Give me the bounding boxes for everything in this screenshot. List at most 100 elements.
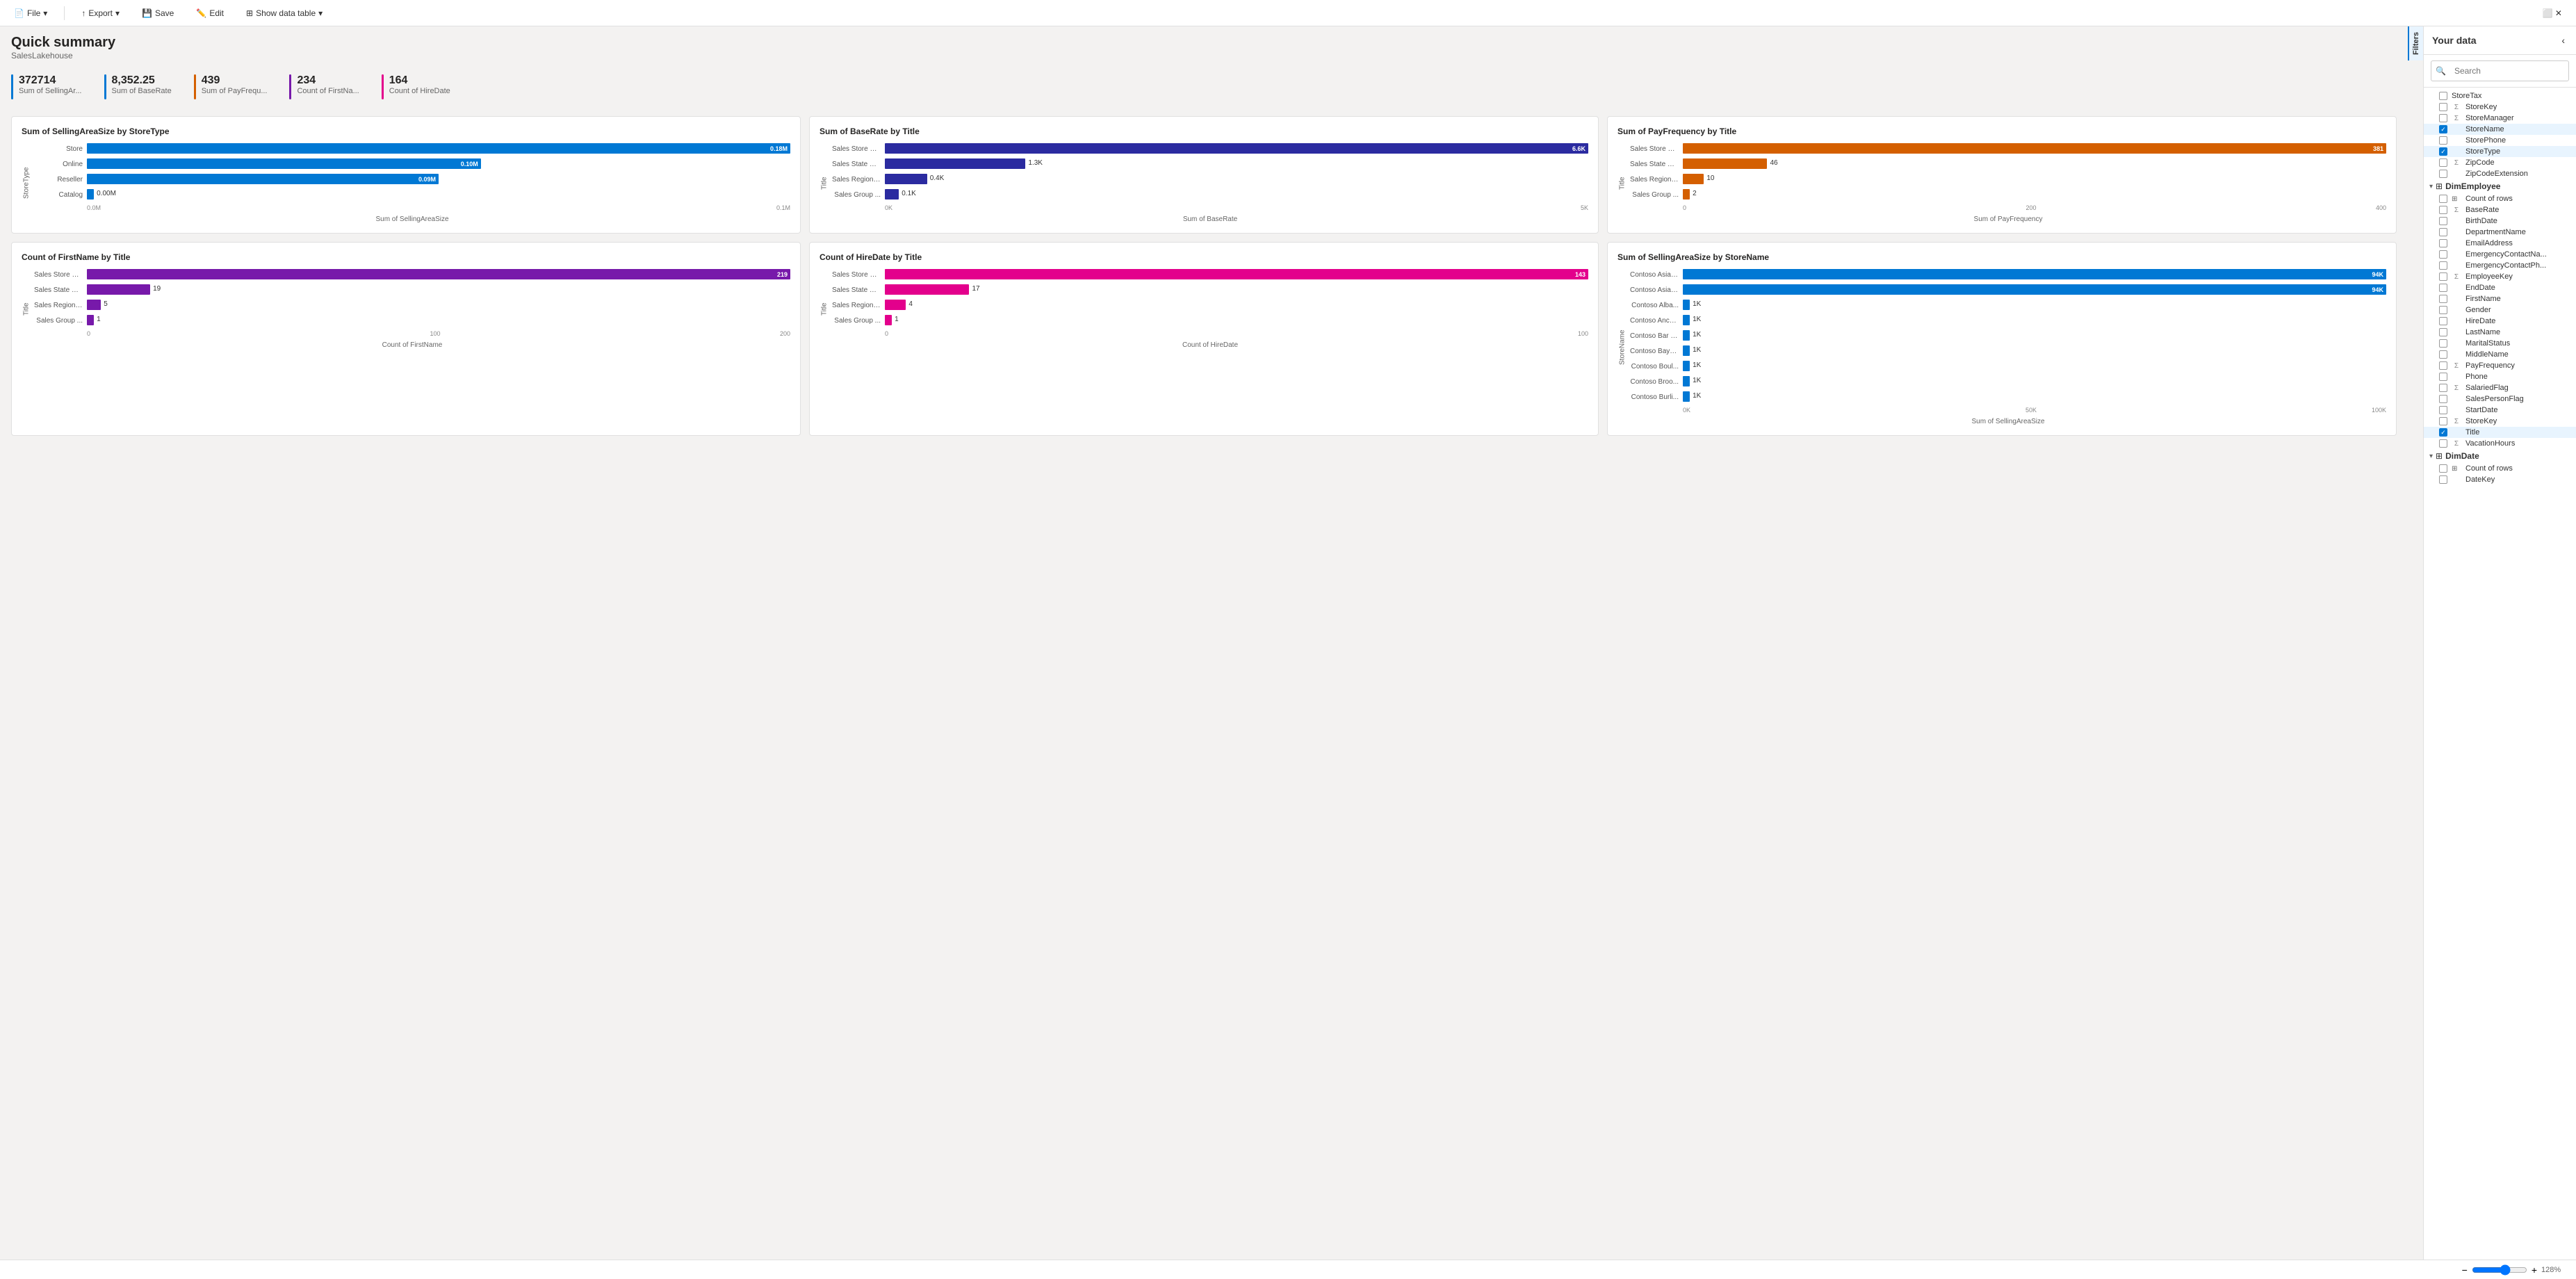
sidebar-item-baserate[interactable]: ΣBaseRate	[2424, 204, 2576, 215]
checkbox-hiredate[interactable]	[2439, 317, 2447, 325]
sidebar-item-emergencycontactph...[interactable]: -EmergencyContactPh...	[2424, 260, 2576, 271]
sidebar-item-zipcodeextension[interactable]: -ZipCodeExtension	[2424, 168, 2576, 179]
checkbox-storephone[interactable]	[2439, 136, 2447, 145]
checkbox-birthdate[interactable]	[2439, 217, 2447, 225]
export-button[interactable]: ↑ Export ▾	[76, 6, 125, 21]
sidebar-item-title[interactable]: -Title	[2424, 427, 2576, 438]
item-label: DepartmentName	[2465, 228, 2526, 236]
edit-button[interactable]: ✏️ Edit	[190, 6, 229, 21]
checkbox-phone[interactable]	[2439, 373, 2447, 381]
checkbox-salespersonflag[interactable]	[2439, 395, 2447, 403]
sidebar-item-salespersonflag[interactable]: -SalesPersonFlag	[2424, 393, 2576, 405]
sidebar-item-middlename[interactable]: -MiddleName	[2424, 349, 2576, 360]
bar-row: Sales State Ma...1.3K	[832, 158, 1588, 170]
sidebar-item-emailaddress[interactable]: -EmailAddress	[2424, 238, 2576, 249]
sigma-icon: Σ	[2452, 273, 2461, 281]
sidebar-item-hiredate[interactable]: -HireDate	[2424, 316, 2576, 327]
sigma-icon: Σ	[2452, 418, 2461, 425]
checkbox-emergencycontactph...[interactable]	[2439, 261, 2447, 270]
x-axis-tick: 50K	[2025, 407, 2037, 414]
zoom-in-button[interactable]: +	[2532, 1264, 2537, 1276]
checkbox-maritalstatus[interactable]	[2439, 339, 2447, 348]
search-input[interactable]	[2449, 63, 2564, 79]
sidebar-item-gender[interactable]: -Gender	[2424, 304, 2576, 316]
checkbox-departmentname[interactable]	[2439, 228, 2447, 236]
checkbox-countofrows[interactable]	[2439, 464, 2447, 473]
sidebar-item-zipcode[interactable]: ΣZipCode	[2424, 157, 2576, 168]
sidebar-item-enddate[interactable]: -EndDate	[2424, 282, 2576, 293]
checkbox-enddate[interactable]	[2439, 284, 2447, 292]
x-axis: 0100	[832, 330, 1588, 337]
checkbox-storename[interactable]	[2439, 125, 2447, 133]
sidebar-item-storephone[interactable]: -StorePhone	[2424, 135, 2576, 146]
checkbox-salariedflag[interactable]	[2439, 384, 2447, 392]
sidebar-item-storetype[interactable]: -StoreType	[2424, 146, 2576, 157]
sidebar-item-datekey[interactable]: -DateKey	[2424, 474, 2576, 485]
checkbox-baserate[interactable]	[2439, 206, 2447, 214]
checkbox-storetype[interactable]	[2439, 147, 2447, 156]
sidebar-item-maritalstatus[interactable]: -MaritalStatus	[2424, 338, 2576, 349]
checkbox-storekey[interactable]	[2439, 103, 2447, 111]
sidebar-item-startdate[interactable]: -StartDate	[2424, 405, 2576, 416]
checkbox-countofrows[interactable]	[2439, 195, 2447, 203]
checkbox-title[interactable]	[2439, 428, 2447, 437]
sidebar-item-countofrows[interactable]: ⊞Count of rows	[2424, 463, 2576, 474]
kpi-item: 234 Count of FirstNa...	[289, 74, 359, 99]
checkbox-datekey[interactable]	[2439, 475, 2447, 484]
sidebar-item-lastname[interactable]: -LastName	[2424, 327, 2576, 338]
y-axis-label: Title	[820, 143, 829, 223]
checkbox-startdate[interactable]	[2439, 406, 2447, 414]
checkbox-lastname[interactable]	[2439, 328, 2447, 336]
checkbox-gender[interactable]	[2439, 306, 2447, 314]
sidebar-item-payfrequency[interactable]: ΣPayFrequency	[2424, 360, 2576, 371]
checkbox-storemanager[interactable]	[2439, 114, 2447, 122]
checkbox-storetax[interactable]	[2439, 92, 2447, 100]
checkbox-vacationhours[interactable]	[2439, 439, 2447, 448]
collapse-sidebar-button[interactable]: ‹	[2559, 33, 2568, 47]
window-controls[interactable]: ⬜ ✕	[2537, 6, 2568, 21]
checkbox-employeekey[interactable]	[2439, 272, 2447, 281]
checkbox-storekey[interactable]	[2439, 417, 2447, 425]
sidebar-item-salariedflag[interactable]: ΣSalariedFlag	[2424, 382, 2576, 393]
zoom-out-button[interactable]: −	[2462, 1264, 2468, 1276]
x-axis-tick: 0K	[1683, 407, 1690, 414]
sidebar-item-storetax[interactable]: StoreTax	[2424, 90, 2576, 101]
checkbox-zipcode[interactable]	[2439, 158, 2447, 167]
item-label: StorePhone	[2465, 136, 2506, 145]
x-axis-tick: 100K	[2372, 407, 2386, 414]
sidebar-item-storemanager[interactable]: ΣStoreManager	[2424, 113, 2576, 124]
file-button[interactable]: 📄 File ▾	[8, 6, 53, 21]
sidebar-item-storename[interactable]: -StoreName	[2424, 124, 2576, 135]
sidebar-section-header-DimDate[interactable]: ▾ ⊞ DimDate	[2424, 449, 2576, 463]
save-button[interactable]: 💾 Save	[136, 6, 179, 21]
sidebar-section-DimDate: ▾ ⊞ DimDate ⊞Count of rows-DateKey	[2424, 449, 2576, 485]
y-axis-label: StoreName	[1617, 269, 1627, 425]
sidebar-item-phone[interactable]: -Phone	[2424, 371, 2576, 382]
sidebar-item-emergencycontactna...[interactable]: -EmergencyContactNa...	[2424, 249, 2576, 260]
sidebar-item-birthdate[interactable]: -BirthDate	[2424, 215, 2576, 227]
bar-label: Sales Store M...	[832, 145, 881, 153]
bar-container: 143	[885, 269, 1588, 280]
sidebar-item-countofrows[interactable]: ⊞Count of rows	[2424, 193, 2576, 204]
zoom-slider[interactable]	[2472, 1264, 2527, 1276]
sigma-icon: Σ	[2452, 384, 2461, 392]
bar-label: Contoso Alba...	[1630, 302, 1679, 309]
chart-card: Count of HireDate by TitleTitleSales Sto…	[809, 242, 1599, 436]
sidebar-item-storekey[interactable]: ΣStoreKey	[2424, 416, 2576, 427]
checkbox-payfrequency[interactable]	[2439, 361, 2447, 370]
checkbox-emailaddress[interactable]	[2439, 239, 2447, 247]
sidebar-section-header-DimEmployee[interactable]: ▾ ⊞ DimEmployee	[2424, 179, 2576, 193]
checkbox-firstname[interactable]	[2439, 295, 2447, 303]
checkbox-zipcodeextension[interactable]	[2439, 170, 2447, 178]
checkbox-middlename[interactable]	[2439, 350, 2447, 359]
no-icon: -	[2452, 295, 2461, 303]
sidebar-item-employeekey[interactable]: ΣEmployeeKey	[2424, 271, 2576, 282]
show-data-table-button[interactable]: ⊞ Show data table ▾	[241, 6, 328, 21]
sidebar-item-storekey[interactable]: ΣStoreKey	[2424, 101, 2576, 113]
sidebar-item-vacationhours[interactable]: ΣVacationHours	[2424, 438, 2576, 449]
sidebar-item-firstname[interactable]: -FirstName	[2424, 293, 2576, 304]
filters-tab[interactable]: Filters	[2408, 26, 2423, 60]
sidebar-item-departmentname[interactable]: -DepartmentName	[2424, 227, 2576, 238]
bar-label: Contoso Anch...	[1630, 317, 1679, 325]
checkbox-emergencycontactna...[interactable]	[2439, 250, 2447, 259]
